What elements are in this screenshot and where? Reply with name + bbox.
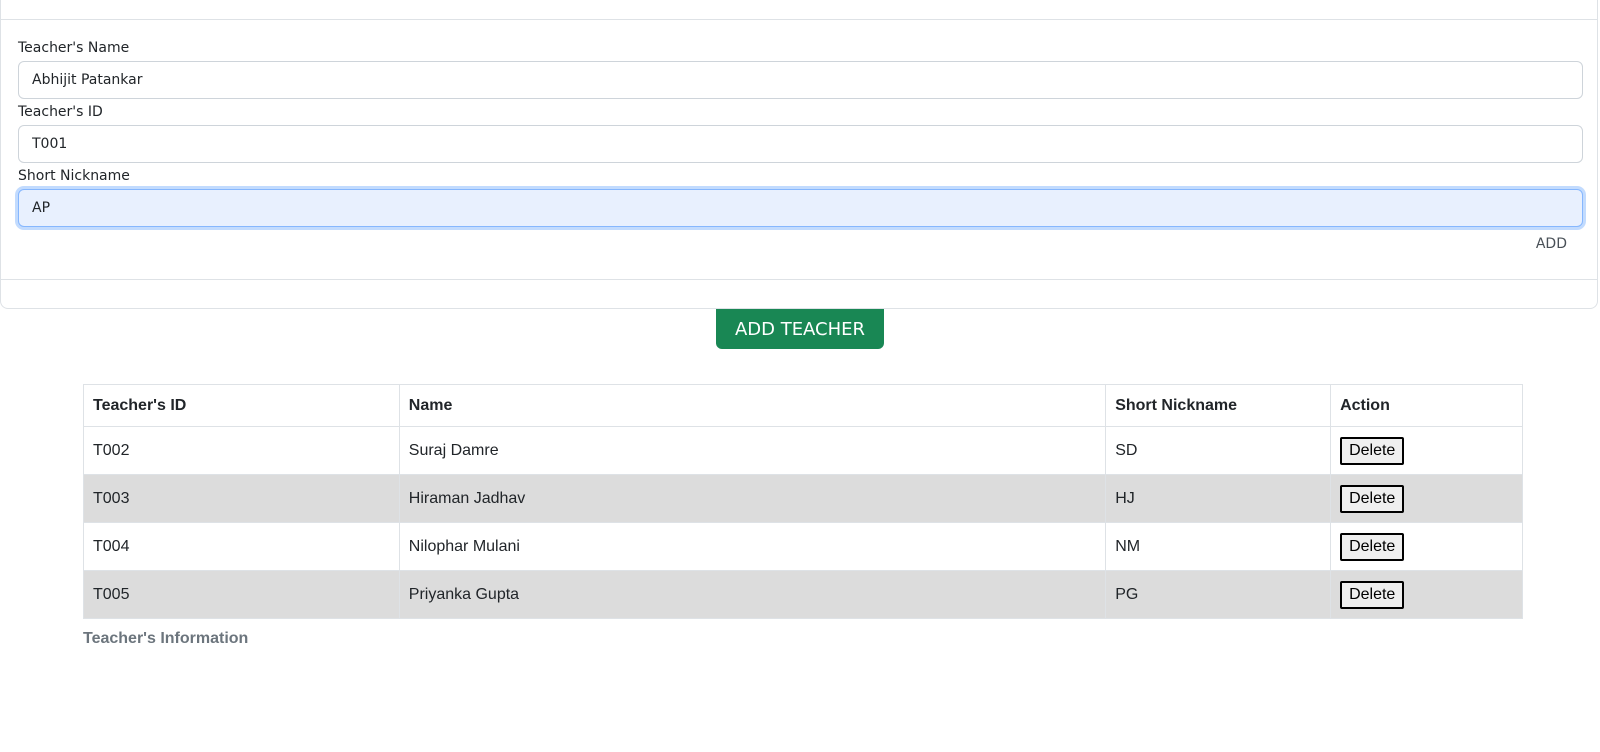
cell-action: Delete [1330,426,1523,475]
header-name: Name [398,384,1107,427]
table-caption: Teacher's Information [83,630,249,647]
modal-footer-divider [1,279,1597,280]
delete-button[interactable]: Delete [1340,436,1405,465]
header-teacher-id: Teacher's ID [83,384,400,427]
header-action: Action [1330,384,1523,427]
cell-teacher-id: T004 [83,522,400,571]
cell-action: Delete [1330,522,1523,571]
teacher-id-input[interactable] [18,125,1583,163]
cell-name: Suraj Damre [398,426,1107,475]
cell-nickname: HJ [1105,474,1332,523]
cell-action: Delete [1330,474,1523,523]
cell-nickname: PG [1105,570,1332,619]
delete-button[interactable]: Delete [1340,484,1405,513]
teachers-table: Teacher's ID Name Short Nickname Action … [83,384,1523,619]
delete-button[interactable]: Delete [1340,580,1405,609]
table-row: T003 Hiraman Jadhav HJ Delete [83,474,1523,523]
cell-teacher-id: T002 [83,426,400,475]
cell-nickname: SD [1105,426,1332,475]
table-row: T004 Nilophar Mulani NM Delete [83,522,1523,571]
teacher-id-label: Teacher's ID [18,104,103,120]
cell-action: Delete [1330,570,1523,619]
header-nickname: Short Nickname [1105,384,1332,427]
cell-name: Nilophar Mulani [398,522,1107,571]
add-button[interactable]: ADD [1536,236,1567,252]
cell-teacher-id: T003 [83,474,400,523]
table-row: T005 Priyanka Gupta PG Delete [83,570,1523,619]
teacher-name-label: Teacher's Name [18,40,130,56]
nickname-input[interactable] [18,189,1583,227]
cell-nickname: NM [1105,522,1332,571]
table-row: T002 Suraj Damre SD Delete [83,426,1523,475]
modal-header-divider [1,19,1597,20]
cell-name: Priyanka Gupta [398,570,1107,619]
nickname-label: Short Nickname [18,168,130,184]
add-teacher-modal: Teacher's Name Teacher's ID Short Nickna… [0,0,1598,309]
cell-name: Hiraman Jadhav [398,474,1107,523]
delete-button[interactable]: Delete [1340,532,1405,561]
table-header-row: Teacher's ID Name Short Nickname Action [83,384,1523,427]
add-teacher-button[interactable]: ADD TEACHER [716,309,884,349]
teacher-name-input[interactable] [18,61,1583,99]
cell-teacher-id: T005 [83,570,400,619]
